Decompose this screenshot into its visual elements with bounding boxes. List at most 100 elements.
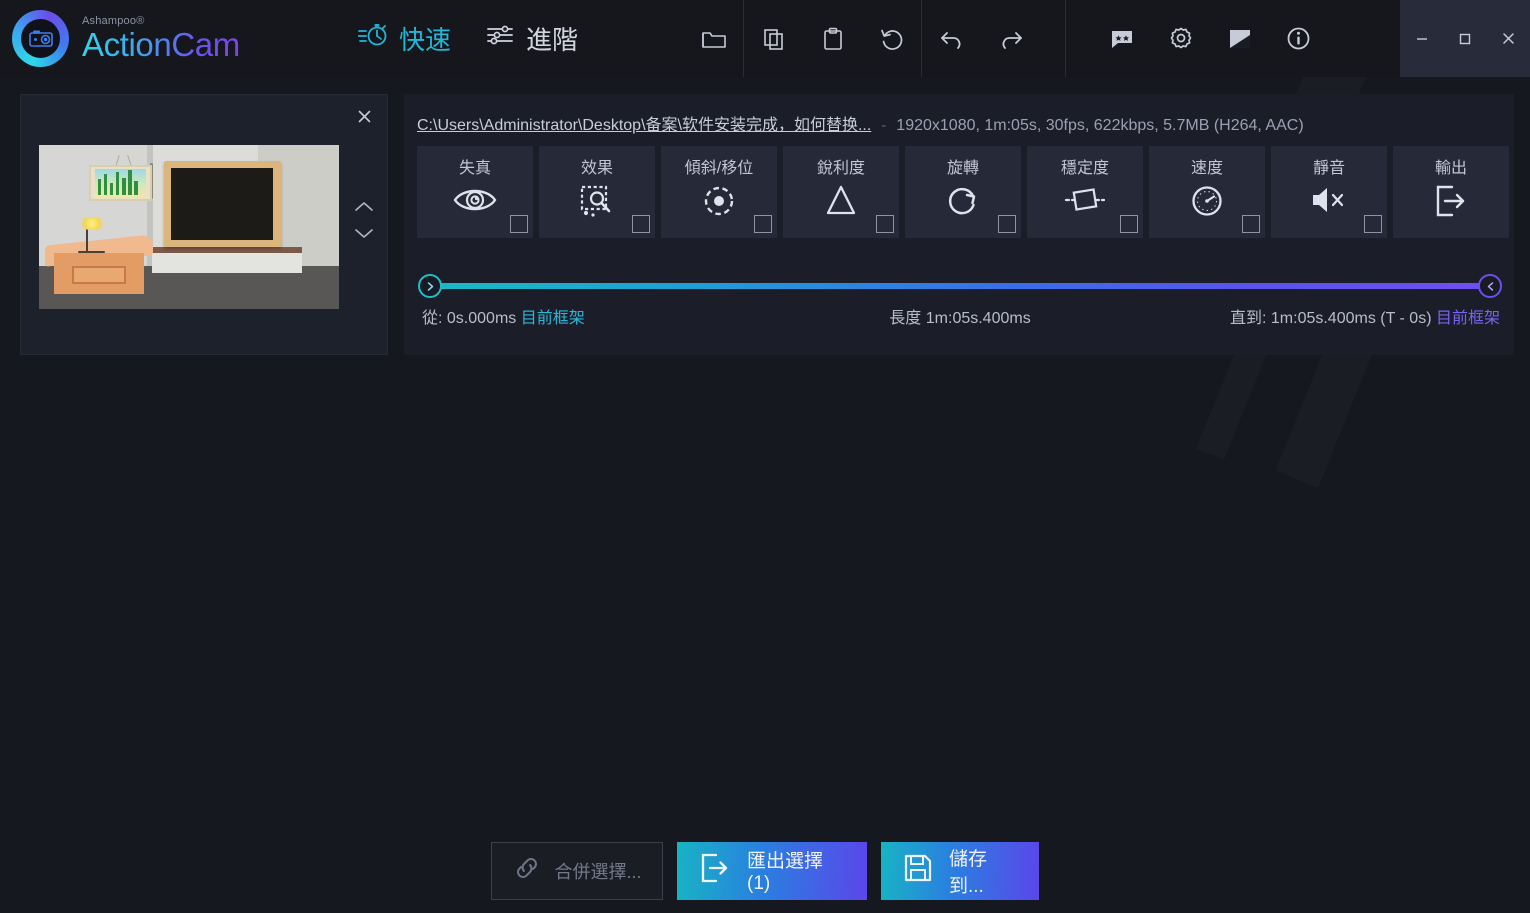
brand-logo: Ashampoo® ActionCam bbox=[0, 10, 340, 67]
timeline-from-value: 0s.000ms bbox=[446, 310, 517, 327]
timeline-from-current-frame-link[interactable]: 目前框架 bbox=[521, 310, 585, 327]
open-folder-icon[interactable] bbox=[684, 0, 743, 77]
tool-rotate-label: 旋轉 bbox=[946, 160, 979, 177]
tool-output-label: 輸出 bbox=[1434, 160, 1467, 177]
bottom-action-bar: 合併選擇... 匯出選擇 (1) 儲存到... bbox=[0, 828, 1530, 913]
window-controls bbox=[1400, 0, 1530, 77]
clip-separator: - bbox=[881, 117, 887, 134]
timeline-end-handle[interactable] bbox=[1478, 274, 1502, 298]
link-icon bbox=[512, 855, 542, 886]
tool-speed[interactable]: 速度 bbox=[1149, 146, 1265, 238]
merge-selection-label: 合併選擇... bbox=[554, 861, 642, 882]
info-icon[interactable] bbox=[1269, 0, 1328, 77]
tool-mute-checkbox[interactable] bbox=[1364, 215, 1382, 233]
export-icon bbox=[699, 853, 731, 889]
tool-effects-checkbox[interactable] bbox=[632, 215, 650, 233]
sliders-icon bbox=[485, 22, 515, 55]
export-icon bbox=[1393, 184, 1509, 218]
close-button[interactable] bbox=[1487, 0, 1530, 77]
application-window: Ashampoo® ActionCam 快速 進階 C:\Users\Admin… bbox=[0, 0, 1530, 913]
tool-rotate[interactable]: 旋轉 bbox=[905, 146, 1021, 238]
actioncam-logo-icon bbox=[12, 10, 69, 67]
timeline-from-label: 從: bbox=[422, 310, 443, 327]
clip-header: C:\Users\Administrator\Desktop\备案\软件安装完成… bbox=[417, 111, 1507, 135]
tool-sharpness[interactable]: 銳利度 bbox=[783, 146, 899, 238]
tab-quick-label: 快速 bbox=[399, 25, 452, 55]
save-to-button[interactable]: 儲存到... bbox=[881, 841, 1039, 900]
clip-metadata: 1920x1080, 1m:05s, 30fps, 622kbps, 5.7MB… bbox=[896, 117, 1304, 134]
tool-effects-label: 效果 bbox=[580, 160, 613, 177]
reset-icon[interactable] bbox=[862, 0, 921, 77]
floppy-save-icon bbox=[903, 853, 933, 889]
stopwatch-icon bbox=[357, 22, 388, 55]
tool-tilt-shift[interactable]: 傾斜/移位 bbox=[661, 146, 777, 238]
clip-file-path[interactable]: C:\Users\Administrator\Desktop\备案\软件安装完成… bbox=[417, 111, 871, 135]
timeline-to-value: 1m:05s.400ms (T - 0s) bbox=[1270, 310, 1432, 327]
timeline-from: 從: 0s.000ms 目前框架 bbox=[422, 304, 585, 328]
tool-tilt-shift-checkbox[interactable] bbox=[754, 215, 772, 233]
move-clip-down-button[interactable] bbox=[351, 222, 377, 244]
tool-stabilize-checkbox[interactable] bbox=[1120, 215, 1138, 233]
effect-tools-row: 失真 效果 傾斜/移位 銳利度 旋轉 穩定度 速度 靜音 輸出 bbox=[417, 146, 1509, 238]
copy-icon[interactable] bbox=[744, 0, 803, 77]
tool-effects[interactable]: 效果 bbox=[539, 146, 655, 238]
move-clip-up-button[interactable] bbox=[351, 195, 377, 217]
feedback-icon[interactable] bbox=[1092, 0, 1151, 77]
remove-clip-button[interactable] bbox=[349, 101, 379, 131]
timeline-length: 長度 1m:05s.400ms bbox=[889, 304, 1030, 328]
tool-distortion-label: 失真 bbox=[458, 160, 491, 177]
tool-distortion[interactable]: 失真 bbox=[417, 146, 533, 238]
tool-mute-label: 靜音 bbox=[1312, 160, 1345, 177]
merge-selection-button[interactable]: 合併選擇... bbox=[491, 841, 663, 900]
export-selection-label: 匯出選擇 (1) bbox=[747, 851, 824, 894]
timeline-length-label: 長度 bbox=[889, 310, 922, 327]
undo-icon[interactable] bbox=[922, 0, 981, 77]
tool-distortion-checkbox[interactable] bbox=[510, 215, 528, 233]
header-toolbar bbox=[684, 0, 1328, 77]
timeline-to-label: 直到: bbox=[1229, 310, 1267, 327]
save-to-label: 儲存到... bbox=[949, 848, 988, 897]
settings-gear-icon[interactable] bbox=[1151, 0, 1210, 77]
clip-thumbnail-image[interactable] bbox=[39, 145, 339, 309]
speed-gauge-icon bbox=[1149, 184, 1265, 218]
tool-stabilize[interactable]: 穩定度 bbox=[1027, 146, 1143, 238]
mute-icon bbox=[1271, 184, 1387, 216]
maximize-button[interactable] bbox=[1443, 0, 1486, 77]
eye-distortion-icon bbox=[417, 184, 533, 216]
mode-tabs: 快速 進階 bbox=[357, 20, 578, 57]
app-header: Ashampoo® ActionCam 快速 進階 bbox=[0, 0, 1530, 77]
timeline-length-value: 1m:05s.400ms bbox=[925, 310, 1031, 327]
tab-advanced-label: 進階 bbox=[526, 25, 579, 55]
tool-output[interactable]: 輸出 bbox=[1393, 146, 1509, 238]
minimize-button[interactable] bbox=[1400, 0, 1443, 77]
tool-rotate-checkbox[interactable] bbox=[998, 215, 1016, 233]
tool-speed-checkbox[interactable] bbox=[1242, 215, 1260, 233]
clip-settings-panel: C:\Users\Administrator\Desktop\备案\软件安装完成… bbox=[404, 94, 1514, 355]
tab-advanced[interactable]: 進階 bbox=[485, 20, 578, 57]
sharpness-icon bbox=[783, 184, 899, 216]
tool-speed-label: 速度 bbox=[1190, 160, 1223, 177]
tool-tilt-shift-label: 傾斜/移位 bbox=[684, 160, 754, 177]
timeline-to-current-frame-link[interactable]: 目前框架 bbox=[1436, 310, 1500, 327]
tool-mute[interactable]: 靜音 bbox=[1271, 146, 1387, 238]
export-selection-button[interactable]: 匯出選擇 (1) bbox=[677, 841, 867, 900]
tool-stabilize-label: 穩定度 bbox=[1060, 160, 1109, 177]
brand-name: ActionCam bbox=[82, 26, 240, 63]
theme-icon[interactable] bbox=[1210, 0, 1269, 77]
timeline-labels: 從: 0s.000ms 目前框架 長度 1m:05s.400ms 直到: 1m:… bbox=[418, 304, 1502, 328]
tab-quick[interactable]: 快速 bbox=[357, 20, 452, 57]
trim-timeline[interactable] bbox=[418, 274, 1502, 298]
timeline-to: 直到: 1m:05s.400ms (T - 0s) 目前框架 bbox=[1230, 304, 1500, 328]
timeline-track[interactable] bbox=[430, 283, 1490, 289]
clip-thumbnail-panel bbox=[20, 94, 388, 355]
effects-icon bbox=[539, 184, 655, 218]
tool-sharpness-label: 銳利度 bbox=[816, 160, 865, 177]
redo-icon[interactable] bbox=[981, 0, 1040, 77]
tilt-shift-icon bbox=[661, 184, 777, 218]
tool-sharpness-checkbox[interactable] bbox=[876, 215, 894, 233]
timeline-start-handle[interactable] bbox=[418, 274, 442, 298]
paste-icon[interactable] bbox=[803, 0, 862, 77]
toolbar-separator bbox=[1065, 0, 1067, 77]
stabilize-icon bbox=[1027, 184, 1143, 216]
rotate-icon bbox=[905, 184, 1021, 218]
